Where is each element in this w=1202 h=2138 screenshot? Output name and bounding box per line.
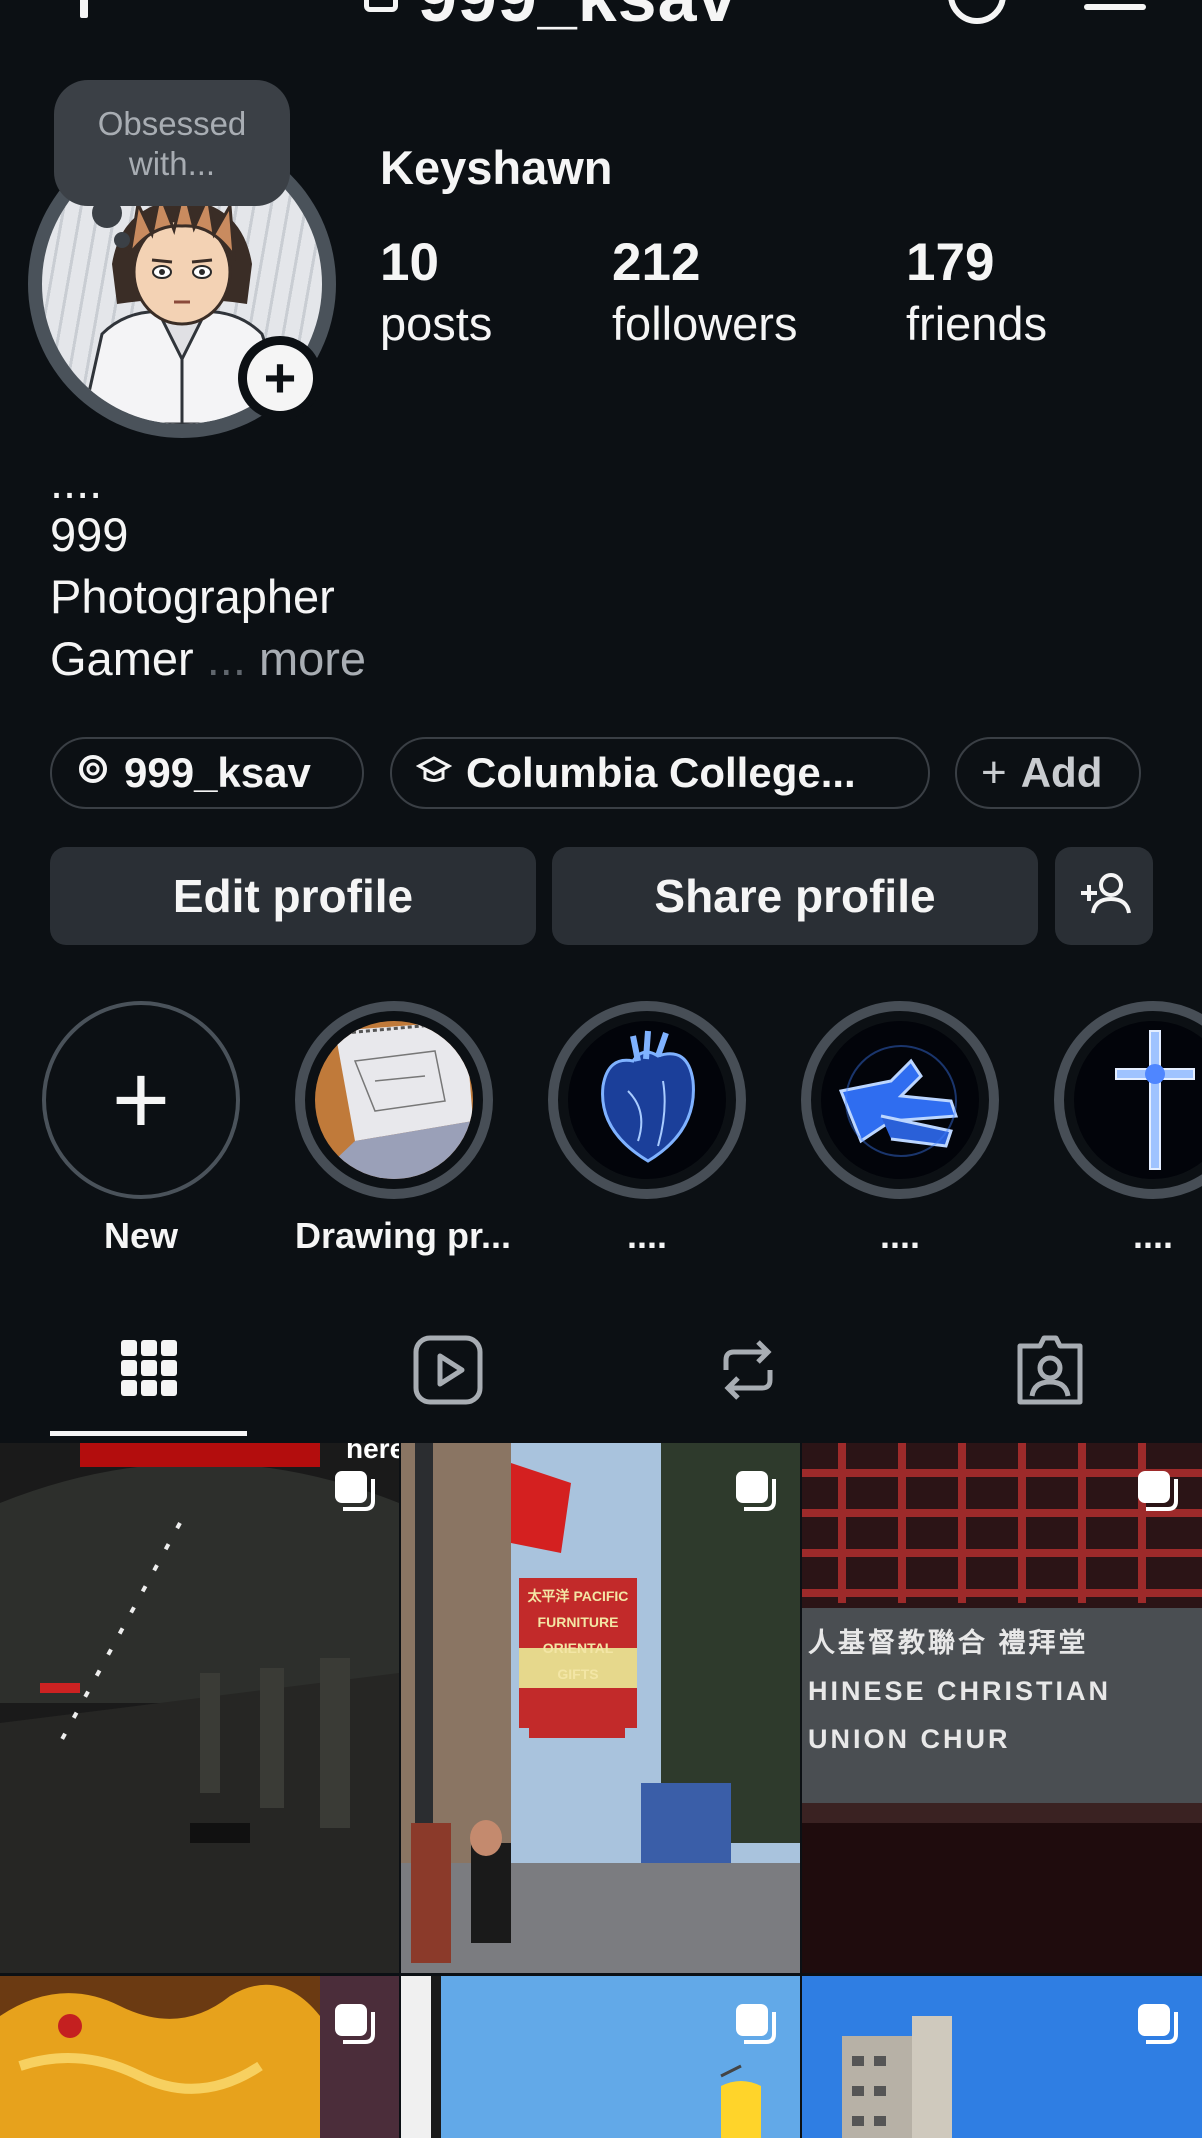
highlight-cross[interactable]: ....	[1054, 1001, 1202, 1257]
create-icon[interactable]	[80, 0, 88, 18]
school-icon	[415, 752, 453, 795]
sign-text: 人基督教聯合 禮拜堂 HINESE CHRISTIAN UNION CHUR	[808, 1628, 1122, 1754]
highlight-ring	[295, 1001, 493, 1199]
bio-line: Photographer	[50, 570, 335, 623]
highlight-label: ....	[1132, 1215, 1173, 1256]
highlight-cover	[315, 1021, 473, 1179]
overlay-text: here	[346, 1443, 399, 1464]
grid-post[interactable]: 人基督教聯合 禮拜堂 HINESE CHRISTIAN UNION CHUR	[802, 1443, 1202, 1973]
carousel-icon	[335, 2004, 375, 2044]
display-name: Keyshawn	[380, 141, 613, 194]
school-chip[interactable]: Columbia College...	[390, 737, 930, 809]
active-tab-indicator	[50, 1431, 247, 1436]
threads-chip[interactable]: 999_ksav	[50, 737, 364, 809]
bio-line: ....	[50, 455, 103, 508]
grid-post[interactable]: here	[0, 1443, 399, 1973]
reels-icon	[413, 1335, 483, 1405]
carousel-icon	[335, 1471, 375, 1511]
top-bar: 999_ksav	[0, 0, 1202, 36]
share-profile-button[interactable]: Share profile	[552, 847, 1038, 945]
tab-reposts[interactable]	[708, 1330, 788, 1410]
plus-icon: +	[247, 345, 313, 411]
bio: .... 999 Photographer Gamer ... more	[50, 455, 366, 690]
highlight-drawing[interactable]: Drawing pr...	[295, 1001, 512, 1257]
grid-icon	[121, 1340, 177, 1396]
bio-line: 999	[50, 508, 129, 561]
stat-value: 179	[906, 233, 995, 292]
grid-post[interactable]	[0, 1976, 399, 2138]
highlight-new[interactable]: + New	[42, 1001, 240, 1257]
add-link-chip[interactable]: + Add	[955, 737, 1141, 809]
stat-value: 10	[380, 233, 439, 292]
grid-post[interactable]	[802, 1976, 1202, 2138]
note-bubble[interactable]: Obsessed with...	[54, 80, 290, 206]
highlight-hands[interactable]: ....	[801, 1001, 999, 1257]
carousel-icon	[1138, 2004, 1178, 2044]
highlight-cover: +	[56, 1015, 226, 1185]
highlight-heart[interactable]: ....	[548, 1001, 746, 1257]
highlight-ring	[1054, 1001, 1202, 1199]
highlight-ring	[801, 1001, 999, 1199]
chip-label: Add	[1020, 749, 1103, 796]
carousel-icon	[1138, 1471, 1178, 1511]
highlight-cover	[568, 1021, 726, 1179]
highlight-cover	[821, 1021, 979, 1179]
bio-more-link[interactable]: more	[259, 632, 366, 685]
grid-post[interactable]: 太平洋 PACIFIC FURNITURE ORIENTAL GIFTS	[401, 1443, 800, 1973]
highlight-ring: +	[42, 1001, 240, 1199]
stat-followers[interactable]: 212 followers	[612, 232, 797, 354]
stat-posts[interactable]: 10 posts	[380, 232, 492, 354]
discover-people-button[interactable]	[1055, 847, 1153, 945]
stat-label: friends	[906, 297, 1048, 350]
bio-line: Gamer ... more	[50, 628, 366, 690]
plus-icon: +	[111, 1044, 171, 1156]
tagged-icon	[1017, 1335, 1083, 1405]
stat-label: posts	[380, 297, 493, 350]
sign-text: 太平洋 PACIFIC FURNITURE ORIENTAL GIFTS	[527, 1588, 629, 1682]
highlight-label: ....	[879, 1215, 920, 1256]
highlight-cover	[1074, 1021, 1202, 1179]
bio-ellipsis: ...	[206, 632, 246, 685]
edit-profile-button[interactable]: Edit profile	[50, 847, 536, 945]
note-bubble-tail	[114, 232, 130, 248]
highlight-ring	[548, 1001, 746, 1199]
bio-text: Gamer	[50, 632, 194, 685]
menu-icon[interactable]	[1084, 4, 1146, 10]
post-image	[401, 1443, 800, 1973]
repost-icon	[723, 1340, 773, 1400]
threads-icon[interactable]	[948, 0, 1006, 24]
header-username[interactable]: 999_ksav	[418, 0, 737, 32]
highlight-label: ....	[626, 1215, 667, 1256]
tab-reels[interactable]	[408, 1330, 488, 1410]
chip-label: 999_ksav	[124, 749, 311, 796]
add-story-button[interactable]: +	[238, 336, 322, 420]
stat-label: followers	[612, 297, 798, 350]
tab-posts-grid[interactable]	[109, 1330, 189, 1410]
carousel-icon	[736, 2004, 776, 2044]
stat-friends[interactable]: 179 friends	[906, 232, 1047, 354]
post-image	[0, 1443, 399, 1973]
carousel-icon	[736, 1471, 776, 1511]
threads-icon	[76, 752, 110, 795]
highlight-label: Drawing pr...	[295, 1215, 512, 1256]
stat-value: 212	[612, 233, 701, 292]
chip-label: Columbia College...	[466, 749, 856, 796]
lock-icon	[364, 0, 398, 12]
add-person-icon	[1081, 873, 1131, 914]
highlight-label: New	[103, 1215, 179, 1256]
tab-tagged[interactable]	[1010, 1330, 1090, 1410]
plus-icon: +	[981, 748, 1007, 797]
grid-post[interactable]	[401, 1976, 800, 2138]
